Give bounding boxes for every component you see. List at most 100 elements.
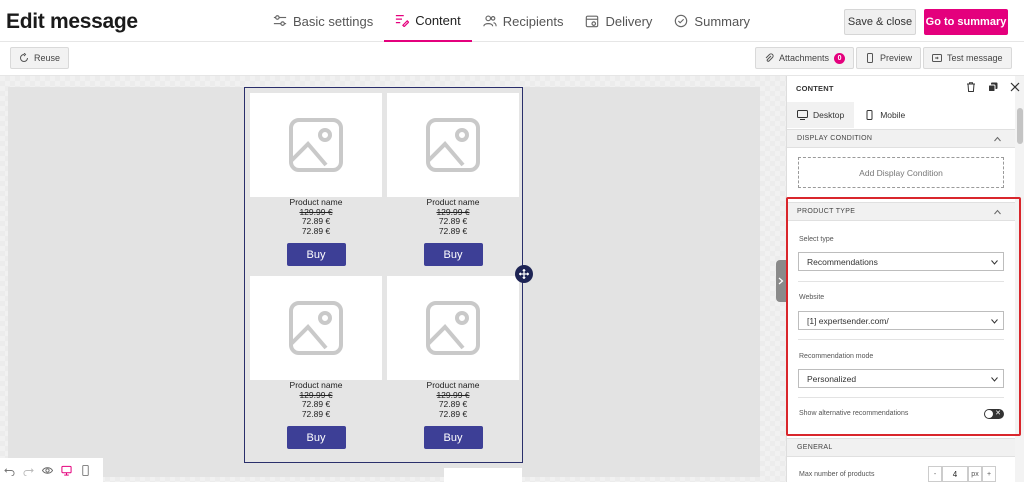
phone-icon xyxy=(867,53,873,63)
paperclip-icon xyxy=(765,53,774,62)
users-icon xyxy=(483,15,497,27)
page-title: Edit message xyxy=(6,10,138,33)
check-circle-icon xyxy=(675,14,688,28)
section-general[interactable]: GENERAL xyxy=(787,438,1015,457)
image-placeholder-icon xyxy=(426,118,480,172)
tab-desktop-label: Desktop xyxy=(813,110,845,120)
tab-recipients[interactable]: Recipients xyxy=(472,0,575,42)
chevron-up-icon xyxy=(994,136,1001,142)
eye-icon[interactable] xyxy=(42,465,53,476)
website-dropdown[interactable]: [1] expertsender.com/ xyxy=(798,311,1004,330)
website-label: Website xyxy=(799,294,825,301)
section-title: GENERAL xyxy=(797,444,833,451)
buy-button[interactable]: Buy xyxy=(423,243,483,266)
device-tabs: Desktop Mobile xyxy=(787,102,1015,128)
section-display-condition[interactable]: DISPLAY CONDITION xyxy=(787,129,1015,148)
test-message-button[interactable]: Test message xyxy=(923,47,1012,69)
max-products-stepper[interactable]: - 4 px + xyxy=(928,466,996,482)
section-product-type[interactable]: PRODUCT TYPE xyxy=(787,202,1015,221)
desktop-view-icon[interactable] xyxy=(61,465,72,476)
product-image-placeholder xyxy=(387,276,519,380)
increment-button[interactable]: + xyxy=(982,466,996,482)
preview-label: Preview xyxy=(880,53,913,63)
product-image-placeholder xyxy=(250,93,382,197)
divider xyxy=(798,397,1004,398)
buy-button[interactable]: Buy xyxy=(286,426,346,449)
close-icon[interactable] xyxy=(1010,82,1020,92)
panel-scrollbar[interactable] xyxy=(1015,76,1024,482)
tab-label: Delivery xyxy=(605,13,653,29)
divider xyxy=(798,281,1004,282)
top-header: Edit message Basic settings Content Reci… xyxy=(0,0,1024,42)
mobile-view-icon[interactable] xyxy=(80,464,91,476)
save-close-button[interactable]: Save & close xyxy=(844,9,916,35)
reuse-icon xyxy=(20,53,28,62)
tab-basic-settings[interactable]: Basic settings xyxy=(262,0,384,42)
attachments-button[interactable]: Attachments 0 xyxy=(755,47,855,69)
recommendation-mode-dropdown[interactable]: Personalized xyxy=(798,369,1004,388)
undo-icon[interactable] xyxy=(4,465,15,476)
product-image-placeholder xyxy=(250,276,382,380)
chevron-down-icon xyxy=(991,319,998,324)
alternative-recommendations-toggle[interactable]: ✕ xyxy=(984,409,1004,419)
preview-button[interactable]: Preview xyxy=(856,47,922,69)
product-card[interactable]: Product name 129.99 € 72.89 € 72.89 € Bu… xyxy=(250,93,382,266)
select-type-dropdown[interactable]: Recommendations xyxy=(798,252,1004,271)
alternative-recommendations-label: Show alternative recommendations xyxy=(799,410,909,417)
wizard-tabs: Basic settings Content Recipients Delive… xyxy=(262,0,761,42)
test-message-icon xyxy=(932,54,942,62)
recommendation-mode-label: Recommendation mode xyxy=(799,353,874,360)
tab-delivery[interactable]: Delivery xyxy=(574,0,663,42)
website-value: [1] expertsender.com/ xyxy=(807,315,889,326)
sliders-icon xyxy=(273,15,287,26)
product-price: 72.89 € xyxy=(438,225,468,236)
product-card[interactable]: Product name 129.99 € 72.89 € 72.89 € Bu… xyxy=(387,276,519,449)
toggle-off-icon: ✕ xyxy=(995,410,1001,417)
add-display-condition-button[interactable]: Add Display Condition xyxy=(798,157,1004,188)
product-block[interactable]: Product name 129.99 € 72.89 € 72.89 € Bu… xyxy=(244,87,523,463)
select-type-label: Select type xyxy=(799,236,834,243)
product-price: 72.89 € xyxy=(438,408,468,419)
redo-icon[interactable] xyxy=(23,465,34,476)
tab-label: Recipients xyxy=(502,13,564,29)
editor-toolbar: Reuse Attachments 0 Preview Test message xyxy=(0,42,1024,76)
calendar-icon xyxy=(586,15,599,28)
reuse-button[interactable]: Reuse xyxy=(10,47,70,69)
buy-button[interactable]: Buy xyxy=(286,243,346,266)
duplicate-icon[interactable] xyxy=(988,82,998,92)
unit-label: px xyxy=(968,466,982,482)
trash-icon[interactable] xyxy=(966,82,976,92)
buy-button[interactable]: Buy xyxy=(423,426,483,449)
image-placeholder-icon xyxy=(289,301,343,355)
reuse-label: Reuse xyxy=(34,53,61,63)
select-type-value: Recommendations xyxy=(807,256,878,267)
recommendation-mode-value: Personalized xyxy=(807,373,857,384)
chevron-down-icon xyxy=(991,377,998,382)
tab-desktop[interactable]: Desktop xyxy=(787,102,855,128)
max-products-value[interactable]: 4 xyxy=(942,466,968,482)
tab-mobile-label: Mobile xyxy=(880,110,906,120)
section-title: PRODUCT TYPE xyxy=(797,208,856,215)
tab-label: Summary xyxy=(694,13,751,29)
content-edit-icon xyxy=(396,15,410,27)
tab-mobile[interactable]: Mobile xyxy=(854,102,915,128)
product-card[interactable]: Product name 129.99 € 72.89 € 72.89 € Bu… xyxy=(387,93,519,266)
tab-label: Content xyxy=(415,12,461,28)
product-card[interactable]: Product name 129.99 € 72.89 € 72.89 € Bu… xyxy=(250,276,382,449)
go-to-summary-button[interactable]: Go to summary xyxy=(924,9,1008,35)
attachments-count-badge: 0 xyxy=(834,52,846,64)
attachments-label: Attachments xyxy=(779,53,830,63)
product-price: 72.89 € xyxy=(301,225,331,236)
product-price: 72.89 € xyxy=(301,408,331,419)
tab-summary[interactable]: Summary xyxy=(663,0,761,42)
panel-collapse-handle[interactable] xyxy=(776,260,786,302)
image-placeholder-icon xyxy=(289,118,343,172)
tab-content[interactable]: Content xyxy=(384,0,472,42)
product-image-placeholder xyxy=(387,93,519,197)
panel-title: CONTENT xyxy=(796,83,834,93)
panel-header-actions xyxy=(966,82,1020,92)
scrollbar-thumb[interactable] xyxy=(1017,108,1023,144)
move-handle[interactable] xyxy=(515,265,533,283)
move-arrows-icon xyxy=(519,269,529,279)
decrement-button[interactable]: - xyxy=(928,466,942,482)
